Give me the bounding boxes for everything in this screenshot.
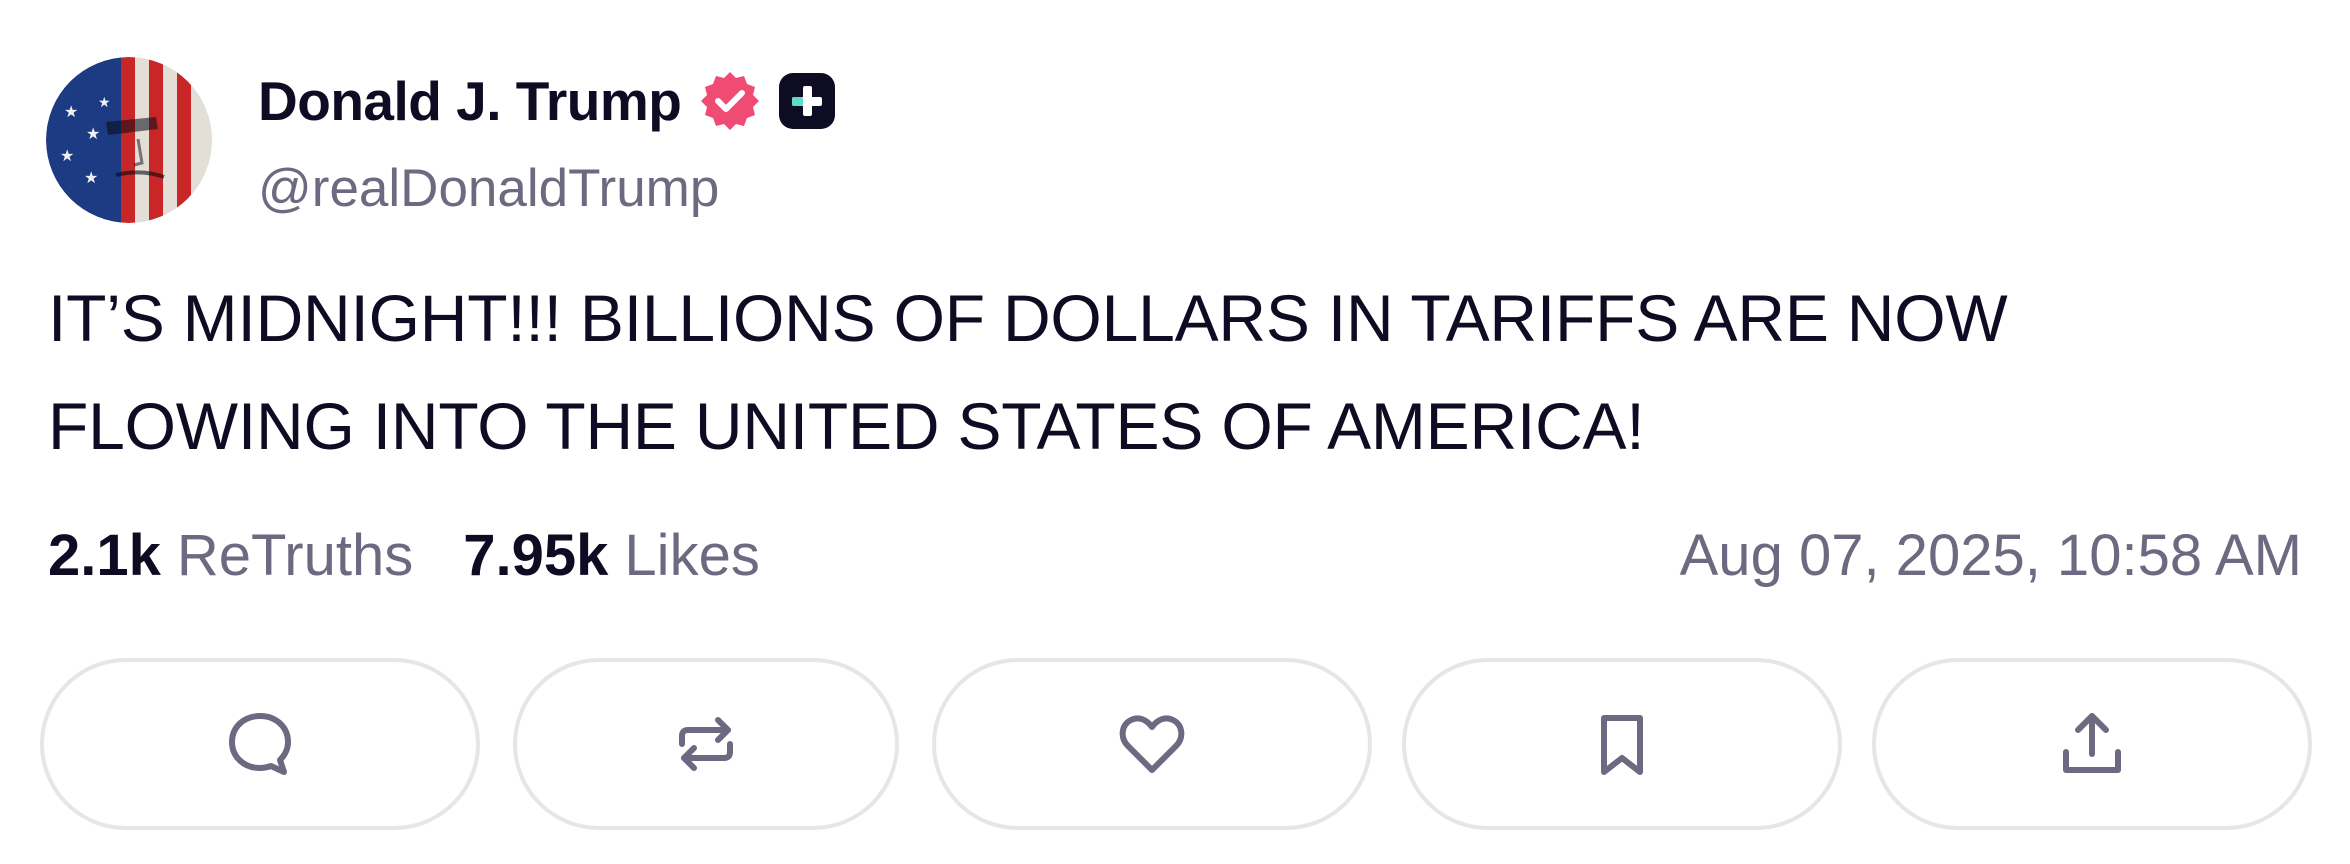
avatar-image: ★ ★ ★ ★ ★: [46, 57, 212, 223]
post-body-text: IT’S MIDNIGHT!!! BILLIONS OF DOLLARS IN …: [48, 281, 2008, 463]
bookmark-icon: [1601, 715, 1643, 775]
retruths-label[interactable]: ReTruths: [177, 522, 413, 589]
avatar[interactable]: ★ ★ ★ ★ ★: [46, 57, 212, 223]
verified-badge-icon: [701, 72, 760, 130]
likes-count[interactable]: 7.95k: [463, 522, 608, 589]
retruth-button[interactable]: [513, 658, 899, 830]
author-name-row: Donald J. Trump: [258, 66, 836, 136]
author-display-name[interactable]: Donald J. Trump: [258, 69, 682, 133]
author-handle[interactable]: @realDonaldTrump: [258, 158, 719, 219]
post-timestamp[interactable]: Aug 07, 2025, 10:58 AM: [1680, 520, 2302, 590]
share-button[interactable]: [1872, 658, 2312, 830]
repost-arrows-icon: [679, 717, 733, 771]
retruths-count[interactable]: 2.1k: [48, 522, 161, 589]
post-stats: 2.1k ReTruths 7.95k Likes: [48, 520, 760, 590]
share-upload-icon: [2063, 713, 2121, 773]
truth-plus-badge-icon: [779, 73, 836, 129]
heart-icon: [1119, 715, 1185, 773]
bookmark-button[interactable]: [1402, 658, 1842, 830]
post-actions-bar: [0, 658, 2350, 830]
speech-bubble-icon: [229, 713, 291, 775]
reply-button[interactable]: [40, 658, 480, 830]
likes-label[interactable]: Likes: [624, 522, 759, 589]
like-button[interactable]: [932, 658, 1372, 830]
